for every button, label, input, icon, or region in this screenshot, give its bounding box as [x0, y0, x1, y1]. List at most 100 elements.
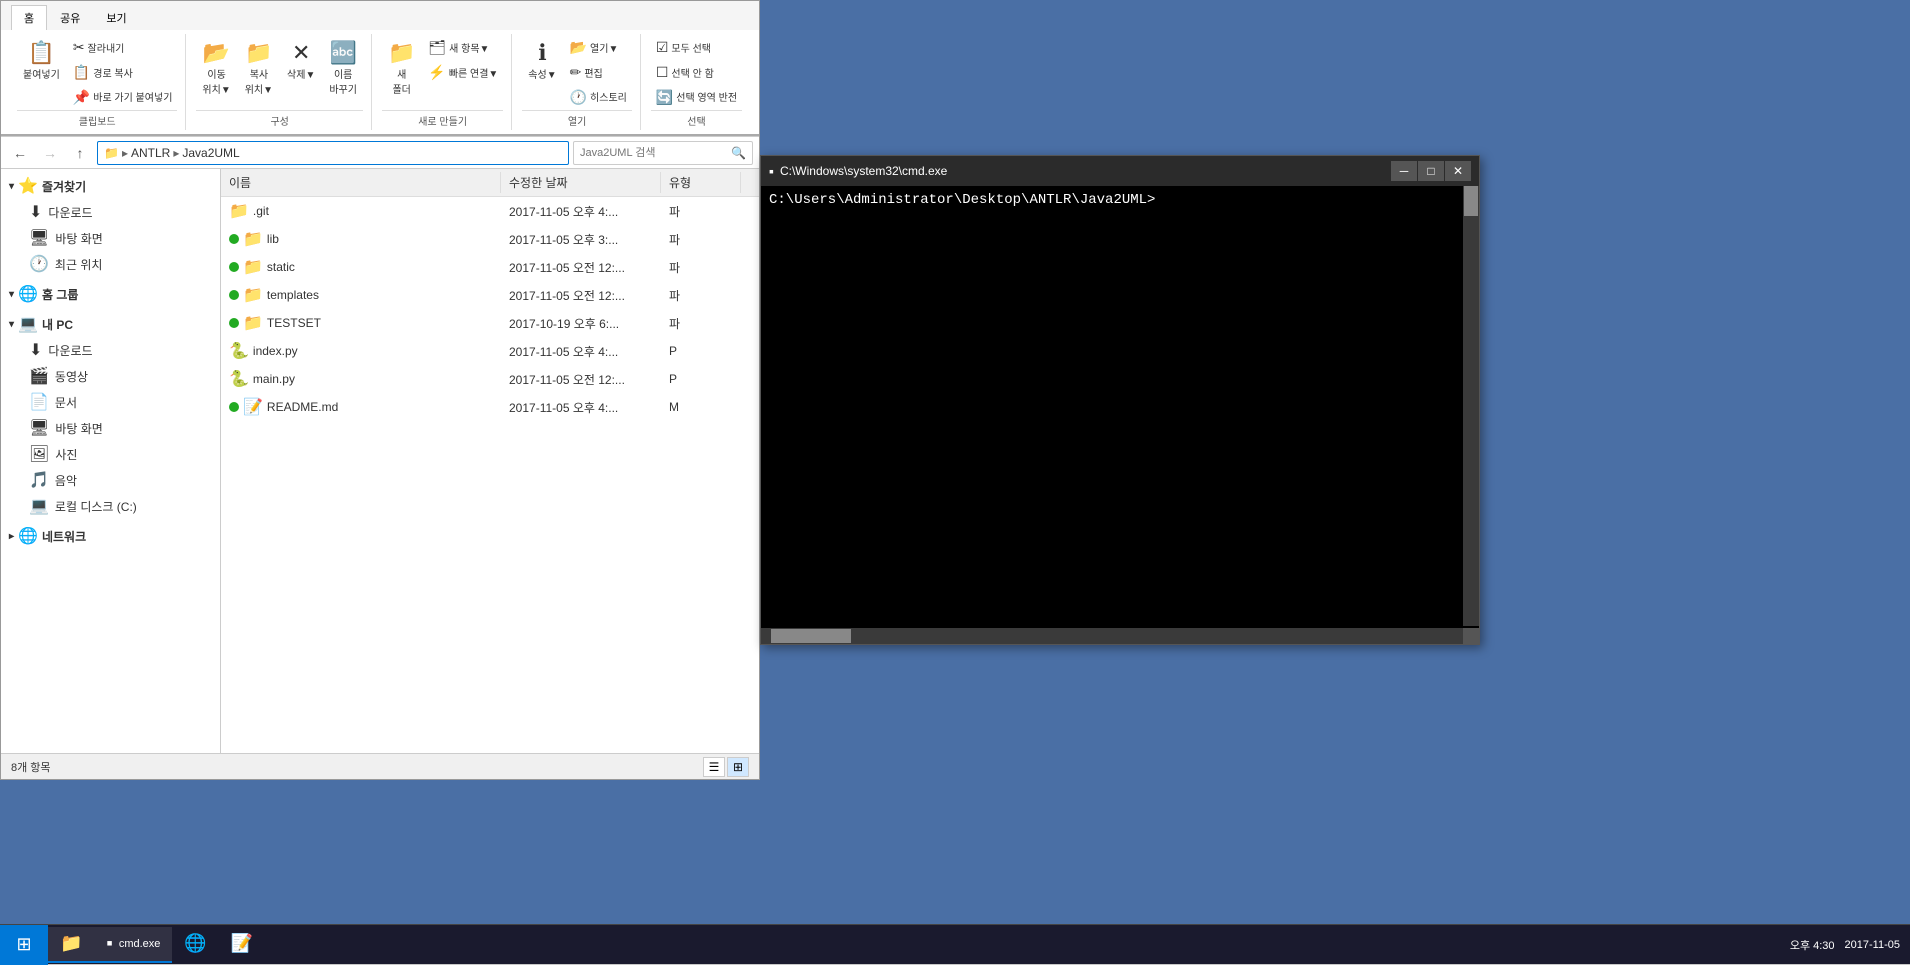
paste-icon: 📋: [28, 40, 55, 66]
new-folder-button[interactable]: 📁 새폴더: [382, 36, 421, 100]
taskbar-item-cmd[interactable]: ▪ cmd.exe: [94, 927, 172, 963]
select-none-button[interactable]: ☐ 선택 안 함: [651, 61, 742, 84]
search-input[interactable]: [580, 147, 731, 159]
file-type: 파: [661, 201, 741, 222]
cmd-scrollbar-horizontal[interactable]: [761, 628, 1463, 644]
mypc-icon: 💻: [18, 314, 38, 334]
sidebar: ▾ ⭐ 즐겨찾기 ⬇ 다운로드 🖥 바탕 화면 🕐 최근 위치: [1, 169, 221, 753]
ribbon-tab-view[interactable]: 보기: [93, 5, 139, 30]
path-folder-icon: 📁: [104, 146, 119, 160]
address-path[interactable]: 📁 ▸ ANTLR ▸ Java2UML: [97, 141, 569, 165]
homegroup-header[interactable]: ▾ 🌐 홈 그룹: [1, 281, 220, 307]
table-row[interactable]: 📁 static 2017-11-05 오전 12:... 파: [221, 253, 759, 281]
search-box[interactable]: 🔍: [573, 141, 753, 165]
sidebar-item-videos-label: 동영상: [55, 368, 88, 385]
sidebar-item-videos[interactable]: 🎬 동영상: [1, 363, 220, 389]
up-button[interactable]: ↑: [67, 140, 93, 166]
sidebar-item-docs[interactable]: 📄 문서: [1, 389, 220, 415]
cmd-window-controls: ─ □ ✕: [1391, 161, 1471, 181]
ribbon-tab-share[interactable]: 공유: [47, 5, 93, 30]
network-header[interactable]: ▸ 🌐 네트워크: [1, 523, 220, 549]
file-modified: 2017-11-05 오전 12:...: [501, 285, 661, 306]
col-name[interactable]: 이름: [221, 172, 501, 193]
start-button[interactable]: ⊞: [0, 925, 48, 965]
mypc-header[interactable]: ▾ 💻 내 PC: [1, 311, 220, 337]
sidebar-item-c-drive[interactable]: 💻 로컬 디스크 (C:): [1, 493, 220, 519]
table-row[interactable]: 📁 TESTSET 2017-10-19 오후 6:... 파: [221, 309, 759, 337]
table-row[interactable]: 📁 lib 2017-11-05 오후 3:... 파: [221, 225, 759, 253]
invert-selection-button[interactable]: 🔄 선택 영역 반전: [651, 86, 742, 109]
sync-status-dot: [229, 318, 239, 328]
taskbar-item-browser[interactable]: 🌐: [172, 927, 218, 963]
edit-button[interactable]: ✏ 편집: [565, 61, 632, 84]
taskbar-item-explorer[interactable]: 📁: [48, 927, 94, 963]
paste-button[interactable]: 📋 붙여넣기: [17, 36, 66, 85]
sidebar-item-desktop[interactable]: 🖥 바탕 화면: [1, 225, 220, 251]
forward-button[interactable]: →: [37, 140, 63, 166]
sidebar-item-photos[interactable]: 🖼 사진: [1, 441, 220, 467]
homegroup-arrow: ▾: [9, 289, 14, 300]
list-view-button[interactable]: ☰: [703, 757, 725, 777]
select-all-icon: ☑: [656, 39, 669, 56]
open-label: 열기: [522, 110, 632, 128]
open-button[interactable]: 📂 열기▼: [565, 36, 632, 59]
select-all-button[interactable]: ☑ 모두 선택: [651, 36, 742, 59]
cut-button[interactable]: ✂ 잘라내기: [68, 36, 178, 59]
back-button[interactable]: ←: [7, 140, 33, 166]
file-type: 파: [661, 313, 741, 334]
cmd-maximize-button[interactable]: □: [1418, 161, 1444, 181]
file-name: README.md: [267, 400, 338, 414]
quick-access-button[interactable]: ⚡ 빠른 연결▼: [423, 61, 503, 84]
cmd-scrollbar-thumb-v[interactable]: [1464, 186, 1478, 216]
properties-button[interactable]: ℹ 속성▼: [522, 36, 562, 85]
sidebar-item-music[interactable]: 🎵 음악: [1, 467, 220, 493]
cmd-body[interactable]: C:\Users\Administrator\Desktop\ANTLR\Jav…: [761, 186, 1479, 644]
move-to-button[interactable]: 📂 이동위치▼: [196, 36, 236, 100]
table-row[interactable]: 📁 templates 2017-11-05 오전 12:... 파: [221, 281, 759, 309]
homegroup-label: 홈 그룹: [42, 286, 78, 303]
sidebar-item-recent[interactable]: 🕐 최근 위치: [1, 251, 220, 277]
col-type[interactable]: 유형: [661, 172, 741, 193]
favorites-header[interactable]: ▾ ⭐ 즐겨찾기: [1, 173, 220, 199]
delete-button[interactable]: ✕ 삭제▼: [281, 36, 321, 85]
copy-path-button[interactable]: 📋 경로 복사: [68, 61, 178, 84]
ribbon-content: 📋 붙여넣기 ✂ 잘라내기 📋 경로 복사 📌: [1, 30, 759, 136]
detail-view-button[interactable]: ⊞: [727, 757, 749, 777]
cmd-scrollbar-thumb-h[interactable]: [771, 629, 851, 643]
file-type: M: [661, 398, 741, 416]
file-modified: 2017-11-05 오후 4:...: [501, 341, 661, 362]
file-name: TESTSET: [267, 316, 321, 330]
taskbar-explorer-icon: 📁: [60, 933, 82, 954]
copy-to-button[interactable]: 📁 복사위치▼: [239, 36, 279, 100]
new-item-button[interactable]: 🗂 새 항목▼: [423, 36, 503, 59]
cmd-scrollbar-vertical[interactable]: [1463, 186, 1479, 626]
rename-button[interactable]: 🔤 이름바꾸기: [323, 36, 363, 100]
cmd-close-button[interactable]: ✕: [1445, 161, 1471, 181]
table-row[interactable]: 🐍 index.py 2017-11-05 오후 4:... P: [221, 337, 759, 365]
col-modified[interactable]: 수정한 날짜: [501, 172, 661, 193]
file-type: P: [661, 342, 741, 360]
table-row[interactable]: 📁 .git 2017-11-05 오후 4:... 파: [221, 197, 759, 225]
history-button[interactable]: 🕐 히스토리: [565, 86, 632, 109]
sidebar-item-pc-desktop[interactable]: 🖥 바탕 화면: [1, 415, 220, 441]
sidebar-item-downloads[interactable]: ⬇ 다운로드: [1, 199, 220, 225]
network-icon: 🌐: [18, 526, 38, 546]
sidebar-item-docs-label: 문서: [55, 394, 77, 411]
ribbon-tab-home[interactable]: 홈: [11, 5, 47, 30]
paste-shortcut-button[interactable]: 📌 바로 가기 붙여넣기: [68, 86, 178, 109]
sidebar-item-pc-downloads[interactable]: ⬇ 다운로드: [1, 337, 220, 363]
table-row[interactable]: 🐍 main.py 2017-11-05 오전 12:... P: [221, 365, 759, 393]
ribbon-group-open: ℹ 속성▼ 📂 열기▼ ✏ 편집 🕐: [514, 34, 641, 130]
cmd-minimize-button[interactable]: ─: [1391, 161, 1417, 181]
taskbar-item-notepad[interactable]: 📝: [219, 927, 265, 963]
cmd-titlebar[interactable]: ▪ C:\Windows\system32\cmd.exe ─ □ ✕: [761, 156, 1479, 186]
folder-icon: 📁: [243, 313, 263, 333]
ribbon-group-clipboard: 📋 붙여넣기 ✂ 잘라내기 📋 경로 복사 📌: [9, 34, 186, 130]
table-row[interactable]: 📝 README.md 2017-11-05 오후 4:... M: [221, 393, 759, 421]
c-drive-icon: 💻: [29, 496, 49, 516]
taskbar-browser-icon: 🌐: [184, 933, 206, 954]
mypc-label: 내 PC: [42, 316, 73, 333]
cmd-window: ▪ C:\Windows\system32\cmd.exe ─ □ ✕ C:\U…: [760, 155, 1480, 645]
new-folder-icon: 📁: [388, 40, 415, 66]
taskbar-cmd-icon: ▪: [106, 933, 112, 954]
